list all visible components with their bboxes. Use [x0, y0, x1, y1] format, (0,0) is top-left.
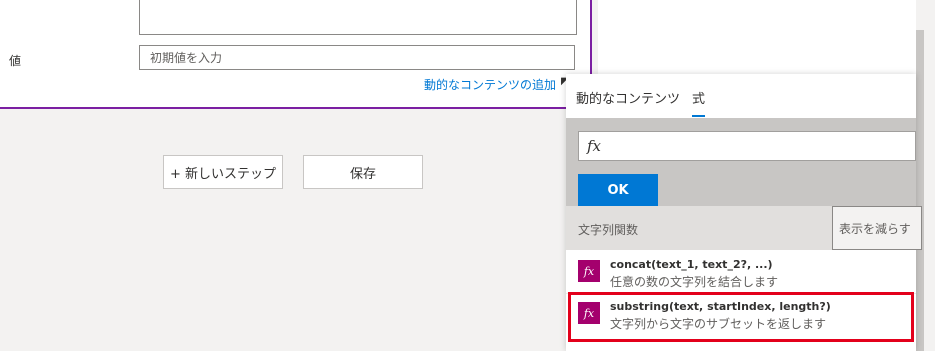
value-input[interactable] — [139, 45, 575, 70]
function-description: 文字列から文字のサブセットを返します — [610, 317, 827, 331]
function-icon: fx — [578, 302, 600, 324]
function-name: substring(text, startIndex, length?) — [610, 300, 831, 313]
save-button[interactable]: 保存 — [303, 155, 423, 189]
expression-input[interactable]: fx — [578, 131, 916, 161]
expression-area: fx OK — [566, 118, 916, 206]
scrollbar[interactable] — [916, 30, 924, 351]
ok-button[interactable]: OK — [578, 174, 658, 206]
dynamic-content-popup: 動的なコンテンツ 式 fx OK 文字列関数 表示を減らす fx concat(… — [566, 74, 922, 351]
tab-dynamic-content[interactable]: 動的なコンテンツ — [576, 88, 680, 107]
new-step-button[interactable]: + 新しいステップ — [163, 155, 283, 189]
show-less-button[interactable]: 表示を減らす — [832, 206, 922, 250]
function-icon: fx — [578, 260, 600, 282]
action-card: 値 動的なコンテンツの追加 ◤ — [0, 0, 592, 109]
canvas-right-area — [598, 0, 916, 75]
function-item-substring[interactable]: fx substring(text, startIndex, length?) … — [566, 294, 916, 334]
section-title: 文字列関数 — [578, 223, 639, 237]
active-tab-indicator — [692, 115, 705, 117]
function-description: 任意の数の文字列を結合します — [610, 275, 779, 289]
popup-tabs: 動的なコンテンツ 式 — [566, 74, 916, 118]
function-name: concat(text_1, text_2?, ...) — [610, 258, 773, 271]
string-functions-header: 文字列関数 表示を減らす — [566, 206, 922, 250]
function-item-concat[interactable]: fx concat(text_1, text_2?, ...) 任意の数の文字列… — [566, 252, 916, 292]
fx-icon: fx — [587, 137, 602, 155]
previous-field[interactable] — [139, 0, 577, 35]
tab-expression[interactable]: 式 — [692, 88, 705, 107]
add-dynamic-content-link[interactable]: 動的なコンテンツの追加 — [424, 76, 556, 93]
value-label: 値 — [9, 54, 22, 68]
